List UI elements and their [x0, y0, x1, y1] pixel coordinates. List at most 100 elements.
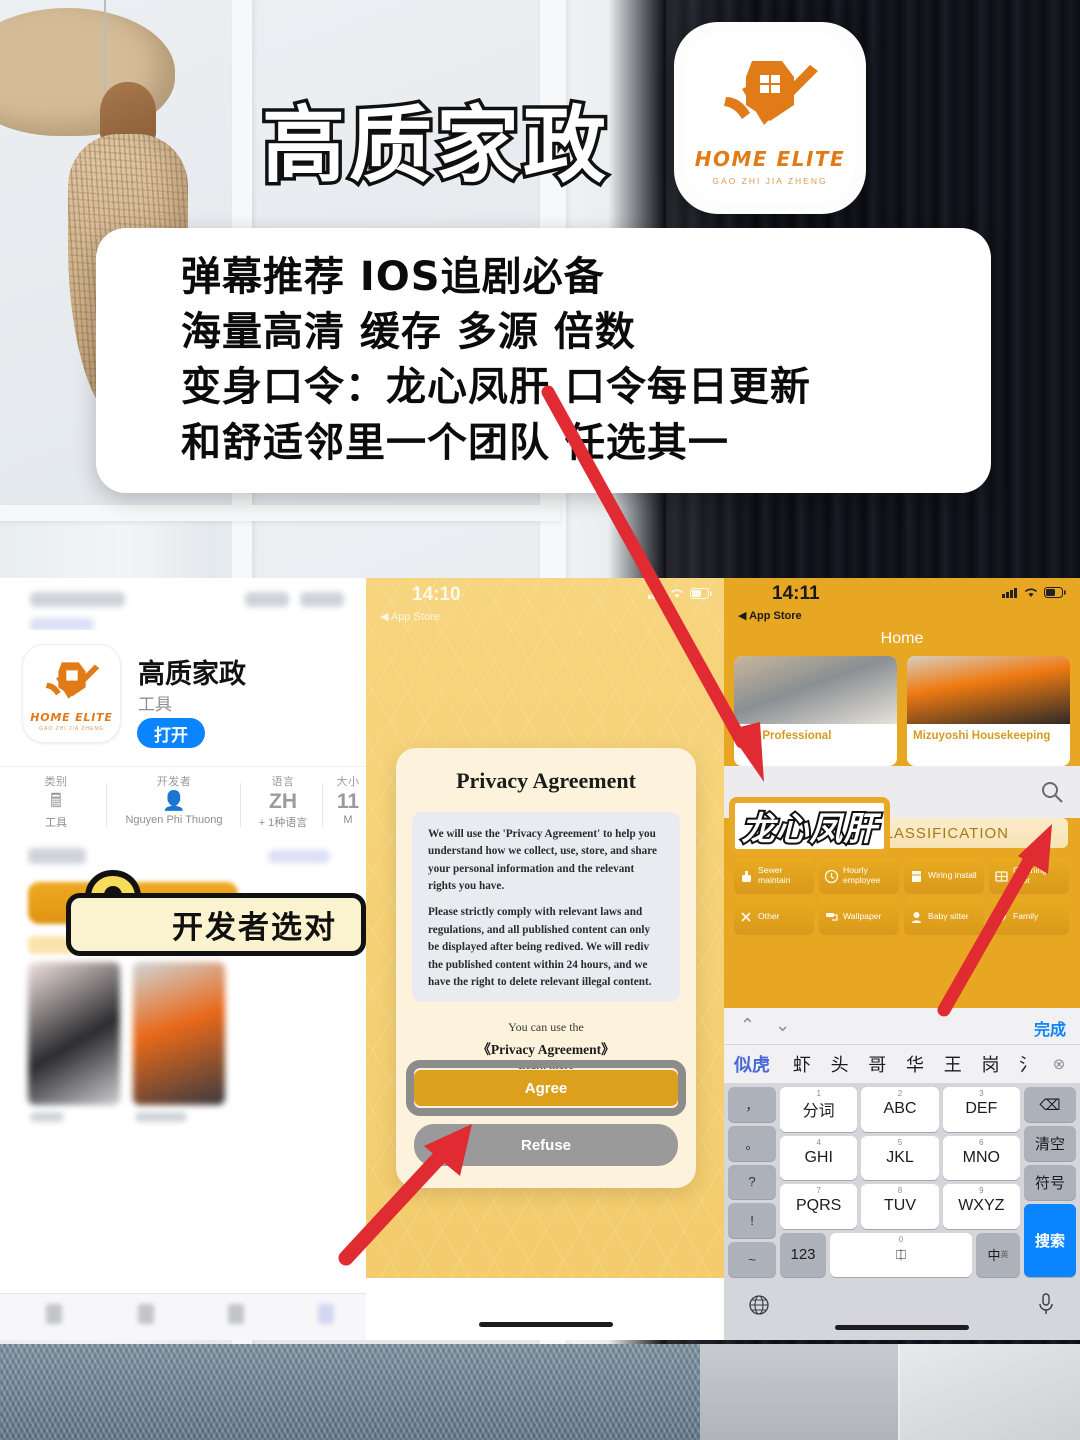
key-period[interactable]: 。 [728, 1125, 776, 1161]
status-bar: 14:10 ◀ App Store [366, 578, 726, 632]
status-time: 14:10 [412, 584, 461, 605]
key-7[interactable]: 7 PQRS [780, 1184, 858, 1229]
backspace-icon[interactable]: ⌫ [1024, 1087, 1076, 1123]
status-time: 14:11 [772, 583, 820, 604]
sewer-icon [739, 869, 754, 884]
service-tile[interactable]: Cleaning door [989, 858, 1069, 894]
app-logo-card: HOME ELITE GAO ZHI JIA ZHENG [674, 22, 866, 214]
key-numbers[interactable]: 123 [780, 1232, 826, 1277]
key-8[interactable]: 8 TUV [861, 1184, 939, 1229]
logo-subtitle: GAO ZHI JIA ZHENG [712, 175, 828, 186]
key-4[interactable]: 4 GHI [780, 1135, 858, 1180]
key-tilde[interactable]: ~ [728, 1242, 776, 1277]
service-tile[interactable]: Wiring install [904, 858, 984, 894]
candidate[interactable]: 王 [935, 1051, 971, 1077]
developer-note-text: 开发者选对 [172, 910, 337, 945]
promo-line: 海量高清 缓存 多源 倍数 [181, 309, 636, 356]
key-space[interactable]: 0 ⎅ [830, 1232, 972, 1277]
keypad: ， 。 ? ! ~ 1 分词 2 ABC 3 DEF 4 GHI 5 JKL 6… [724, 1082, 1080, 1282]
preview-image [133, 962, 225, 1105]
open-button[interactable]: 打开 [137, 718, 205, 748]
candidate[interactable]: 岗 [973, 1051, 1009, 1077]
key-2[interactable]: 2 ABC [861, 1087, 939, 1132]
blanket [0, 1344, 700, 1440]
keyboard-toolbar: ⌃ ⌄ 完成 [724, 1008, 1080, 1045]
window-icon [994, 869, 1009, 884]
status-indicators [1002, 587, 1066, 598]
home-indicator[interactable] [835, 1325, 969, 1330]
service-tile[interactable]: Family [989, 899, 1069, 935]
tab-bar[interactable] [0, 1293, 368, 1340]
cellular-icon [1002, 588, 1017, 598]
candidate[interactable]: 哥 [859, 1051, 895, 1077]
key-6[interactable]: 6 MNO [942, 1135, 1020, 1180]
card-title: Pro Professional [740, 730, 832, 742]
candidate[interactable]: 华 [897, 1051, 933, 1077]
key-9[interactable]: 9 WXYZ [942, 1184, 1020, 1229]
calculator-icon: 🖩 [50, 791, 62, 812]
done-button[interactable]: 完成 [1034, 1016, 1066, 1040]
key-search[interactable]: 搜索 [1024, 1204, 1076, 1278]
candidate[interactable]: 氵 [1010, 1051, 1046, 1077]
back-to-app-store-link[interactable]: ◀ App Store [380, 610, 440, 623]
status-indicators [648, 588, 712, 599]
page-title: 高质家政 [259, 94, 610, 198]
privacy-agreement-link[interactable]: 《Privacy Agreement》 [396, 1038, 696, 1058]
key-comma[interactable]: ， [728, 1087, 776, 1122]
candidate[interactable]: 头 [822, 1051, 858, 1077]
service-label: Family [1013, 911, 1039, 922]
back-to-app-store-link[interactable]: ◀ App Store [738, 609, 802, 622]
dialog-body: We will use the 'Privacy Agreement' to h… [412, 812, 680, 1002]
chevron-down-icon[interactable]: ⌄ [775, 1015, 790, 1036]
candidate-nav[interactable]: ⌃ ⌄ [740, 1015, 790, 1036]
app-store-screenshot: HOME ELITE GAO ZHI JIA ZHENG 高质家政 工具 打开 … [0, 578, 368, 1340]
search-keyword-text: 龙心凤肝 [740, 807, 879, 850]
key-3[interactable]: 3 DEF [942, 1087, 1020, 1132]
service-tile[interactable]: Baby sitter [904, 899, 984, 935]
service-card[interactable]: Pro Professional [734, 656, 897, 766]
key-clear[interactable]: 清空 [1024, 1126, 1076, 1162]
candidate-primary[interactable]: 似虎 [734, 1051, 770, 1077]
globe-icon[interactable] [748, 1294, 770, 1321]
service-tile[interactable]: Sewer maintain [734, 858, 814, 894]
preview-image [28, 962, 120, 1105]
key-question[interactable]: ? [728, 1164, 776, 1200]
service-tile[interactable]: Other [734, 899, 814, 935]
baby-icon [909, 910, 924, 925]
nav-title: Home [880, 630, 924, 647]
app-icon: HOME ELITE GAO ZHI JIA ZHENG [22, 644, 121, 743]
info-cell-category: 类别 🖩 工具 [8, 773, 104, 830]
house-check-icon [39, 659, 105, 709]
rug [898, 1344, 1080, 1440]
key-1[interactable]: 1 分词 [780, 1087, 858, 1132]
agree-highlight-ring [406, 1060, 686, 1116]
heart-icon [994, 910, 1009, 925]
appliance-icon [909, 869, 924, 884]
key-5[interactable]: 5 JKL [861, 1135, 939, 1180]
service-tile[interactable]: Wallpaper [819, 899, 899, 935]
refuse-button[interactable]: Refuse [414, 1124, 678, 1166]
promo-text-panel: 弹幕推荐 IOS追剧必备 海量高清 缓存 多源 倍数 变身口令：龙心凤肝 口令每… [96, 228, 991, 493]
microphone-icon[interactable] [1036, 1292, 1056, 1321]
logo-name: HOME ELITE [30, 711, 113, 724]
privacy-dialog: Privacy Agreement We will use the 'Priva… [396, 748, 696, 1188]
home-indicator[interactable] [479, 1322, 613, 1327]
service-tile[interactable]: Hourly employee [819, 858, 899, 894]
service-label: Baby sitter [928, 911, 969, 922]
card-title: Mizuyoshi Housekeeping [913, 730, 1051, 742]
window-frame [0, 505, 560, 521]
info-cell-developer: 开发者 👤 Nguyen Phi Thuong [110, 773, 238, 826]
candidate[interactable]: 虾 [784, 1051, 820, 1077]
keyboard: ⌃ ⌄ 完成 🎤 似虎 虾 头 哥 华 王 岗 氵 ⊗ ， 。 [724, 1008, 1080, 1340]
microphone-icon: ⎅ [895, 1246, 907, 1262]
search-icon[interactable] [1040, 780, 1064, 809]
key-symbols[interactable]: 符号 [1024, 1165, 1076, 1201]
dialog-footer-text: You can use the [508, 1020, 584, 1034]
roller-icon [824, 910, 839, 925]
key-language[interactable]: 中英 [976, 1232, 1020, 1277]
search-keyword-sticker: 龙心凤肝 [729, 797, 890, 855]
key-exclaim[interactable]: ! [728, 1203, 776, 1239]
chevron-up-icon[interactable]: ⌃ [740, 1015, 755, 1036]
service-card[interactable]: Mizuyoshi Housekeeping [907, 656, 1070, 766]
clear-candidates-icon[interactable]: ⊗ [1048, 1055, 1070, 1073]
